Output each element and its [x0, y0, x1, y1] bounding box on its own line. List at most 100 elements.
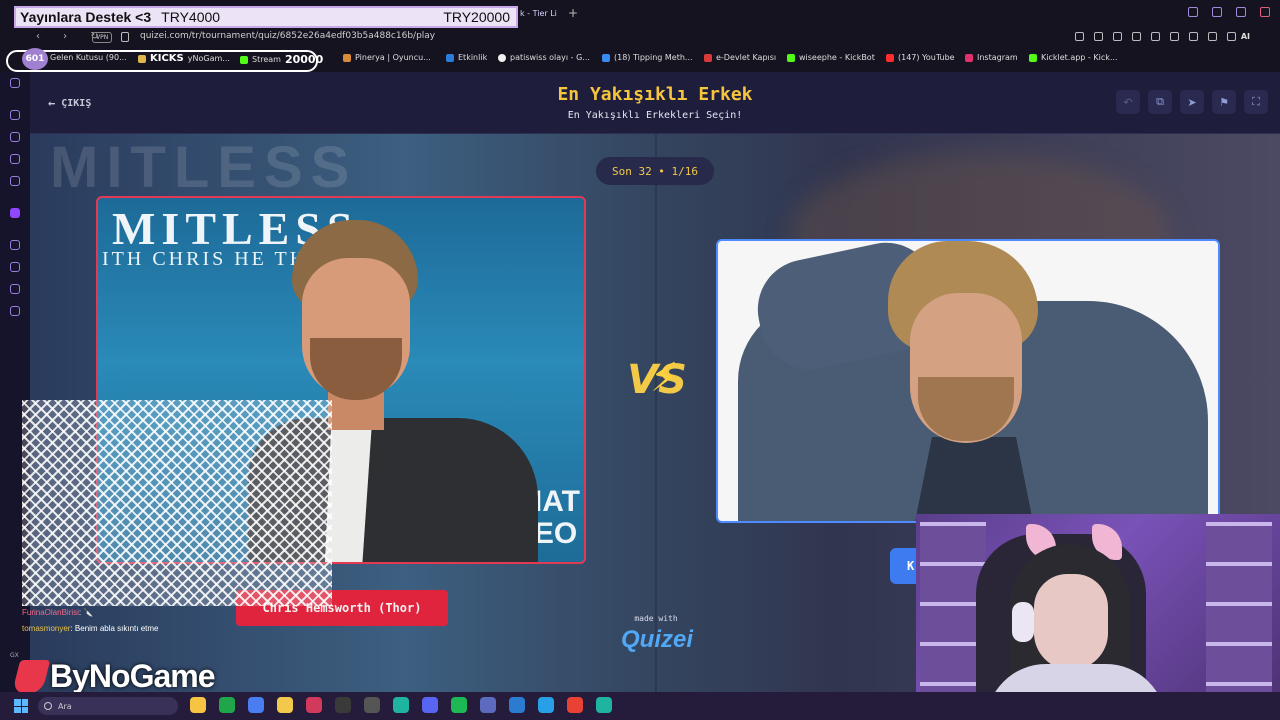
shield-icon[interactable]	[1113, 32, 1122, 41]
window-controls	[1188, 7, 1270, 17]
kicklet-icon	[1029, 53, 1037, 62]
contestant-card-right[interactable]	[716, 239, 1220, 523]
chat-message: tomasmonyer: Benim abla sıkıntı etme	[22, 624, 159, 633]
profile-icon[interactable]	[1208, 32, 1217, 41]
chat-overlay-pattern	[22, 400, 332, 606]
share-button[interactable]: ⧉	[1148, 90, 1172, 114]
instagram-sidebar-icon[interactable]	[10, 132, 20, 142]
screenshot-icon[interactable]	[1094, 32, 1103, 41]
clock-icon[interactable]	[10, 262, 20, 272]
download-icon[interactable]	[1227, 32, 1236, 41]
taskbar-app-icon[interactable]	[190, 697, 206, 713]
round-indicator: Son 32 • 1/16	[596, 157, 714, 185]
taskbar-app-icon[interactable]	[451, 697, 467, 713]
lightning-icon: ⚡	[650, 355, 679, 401]
taskbar-app-icon[interactable]	[538, 697, 554, 713]
settings-icon[interactable]	[10, 306, 20, 316]
poster-side-text: IAT EO	[533, 485, 580, 550]
taskbar-app-icon[interactable]	[248, 697, 264, 713]
minimize-icon[interactable]	[1212, 7, 1222, 17]
bynogame-icon	[11, 659, 51, 694]
address-bar-row: ‹ › ↻ VPN quizei.com/tr/tournament/quiz/…	[0, 30, 1280, 46]
bynogame-logo: ByNoGame	[11, 658, 215, 695]
quizei-logo[interactable]: Quizei	[614, 626, 700, 654]
made-with-label: made with	[634, 614, 678, 623]
bookmark-gmail[interactable]: Gelen Kutusu (90...	[50, 53, 127, 62]
bookmark-etkinlik[interactable]: Etkinlik	[446, 53, 487, 62]
taskbar-app-icon[interactable]	[596, 697, 612, 713]
taskbar-app-icon[interactable]	[277, 697, 293, 713]
close-tab-icon[interactable]	[1132, 32, 1141, 41]
new-tab-icon[interactable]: +	[568, 6, 578, 20]
bookmark-stream[interactable]: Stream 20000	[240, 53, 323, 66]
kick-icon	[240, 55, 248, 64]
bookmark-icon[interactable]	[1075, 32, 1084, 41]
pinerya-icon	[343, 53, 351, 62]
bookmark-instagram[interactable]: Instagram	[965, 53, 1018, 62]
taskbar-app-icon[interactable]	[567, 697, 583, 713]
search-icon	[44, 702, 52, 710]
coin-icon	[138, 54, 146, 63]
refresh-icon[interactable]	[10, 110, 20, 120]
bookmark-pinerya[interactable]: Pinerya | Oyuncu...	[343, 53, 431, 62]
donation-goal-bar: TRY4000 TRY20000	[155, 9, 516, 25]
fullscreen-button[interactable]: ⛶	[1244, 90, 1268, 114]
taskbar-search[interactable]: Ara	[38, 697, 178, 715]
twitch-icon[interactable]	[10, 208, 20, 218]
bookmark-kicks[interactable]: KICKS yNoGam...	[138, 53, 230, 64]
cube-icon[interactable]	[10, 284, 20, 294]
page-subtitle: En Yakışıklı Erkekleri Seçin!	[567, 110, 743, 121]
taskbar-app-icon[interactable]	[335, 697, 351, 713]
bookmark-tipping[interactable]: (18) Tipping Meth...	[602, 53, 693, 62]
webcam-overlay	[916, 514, 1280, 720]
url-field[interactable]: quizei.com/tr/tournament/quiz/6852e26a4e…	[140, 31, 435, 41]
messenger-icon[interactable]	[10, 78, 20, 88]
search-tabs-icon[interactable]	[1188, 7, 1198, 17]
taskbar-app-icon[interactable]	[364, 697, 380, 713]
game-icon[interactable]	[10, 154, 20, 164]
goal-end: TRY20000	[443, 9, 510, 25]
player-icon[interactable]	[10, 240, 20, 250]
bookmark-kickbot[interactable]: wiseephe - KickBot	[787, 53, 875, 62]
bookmark-google[interactable]: patiswiss olayı - G...	[498, 53, 590, 62]
taskbar-app-icon[interactable]	[393, 697, 409, 713]
x-icon	[602, 53, 610, 62]
vpn-badge[interactable]: VPN	[92, 32, 113, 43]
donation-label: Yayınlara Destek <3	[20, 9, 152, 25]
lock-icon[interactable]	[121, 32, 129, 42]
google-icon	[498, 53, 506, 62]
donation-goal-overlay: Yayınlara Destek <3 TRY4000 TRY20000	[14, 6, 518, 28]
bookmark-edevlet[interactable]: e-Devlet Kapısı	[704, 53, 776, 62]
notification-badge[interactable]: 601	[22, 48, 48, 70]
streamer-face	[1034, 574, 1108, 670]
play-icon[interactable]	[1151, 32, 1160, 41]
bookmark-kicklet[interactable]: Kicklet.app - Kick...	[1029, 53, 1117, 62]
edevlet-icon	[704, 53, 712, 62]
send-button[interactable]: ➤	[1180, 90, 1204, 114]
close-icon[interactable]	[1260, 7, 1270, 17]
contestant-photo-right	[718, 241, 1218, 521]
windows-start-icon[interactable]	[14, 699, 28, 713]
taskbar-app-icon[interactable]	[480, 697, 496, 713]
browser-tab[interactable]: k - Tier Li	[520, 9, 557, 18]
ai-button[interactable]: AI	[1241, 32, 1250, 41]
flag-button[interactable]: ⚑	[1212, 90, 1236, 114]
taskbar-app-icon[interactable]	[306, 697, 322, 713]
bookmark-youtube[interactable]: (147) YouTube	[886, 53, 955, 62]
restore-icon[interactable]	[1236, 7, 1246, 17]
taskbar-app-icon[interactable]	[422, 697, 438, 713]
shelf	[1206, 522, 1272, 712]
headphone	[1012, 602, 1034, 642]
kickbot-icon	[787, 53, 795, 62]
m-icon[interactable]	[10, 176, 20, 186]
etkinlik-icon	[446, 53, 454, 62]
undo-button[interactable]: ↶	[1116, 90, 1140, 114]
search-placeholder: Ara	[58, 701, 72, 711]
taskbar-app-icon[interactable]	[219, 697, 235, 713]
stage-divider	[655, 134, 657, 692]
extensions-icon[interactable]	[1189, 32, 1198, 41]
taskbar-app-icon[interactable]	[509, 697, 525, 713]
page-title: En Yakışıklı Erkek	[557, 84, 753, 105]
heart-icon[interactable]	[1170, 32, 1179, 41]
taskbar-apps	[190, 697, 612, 713]
